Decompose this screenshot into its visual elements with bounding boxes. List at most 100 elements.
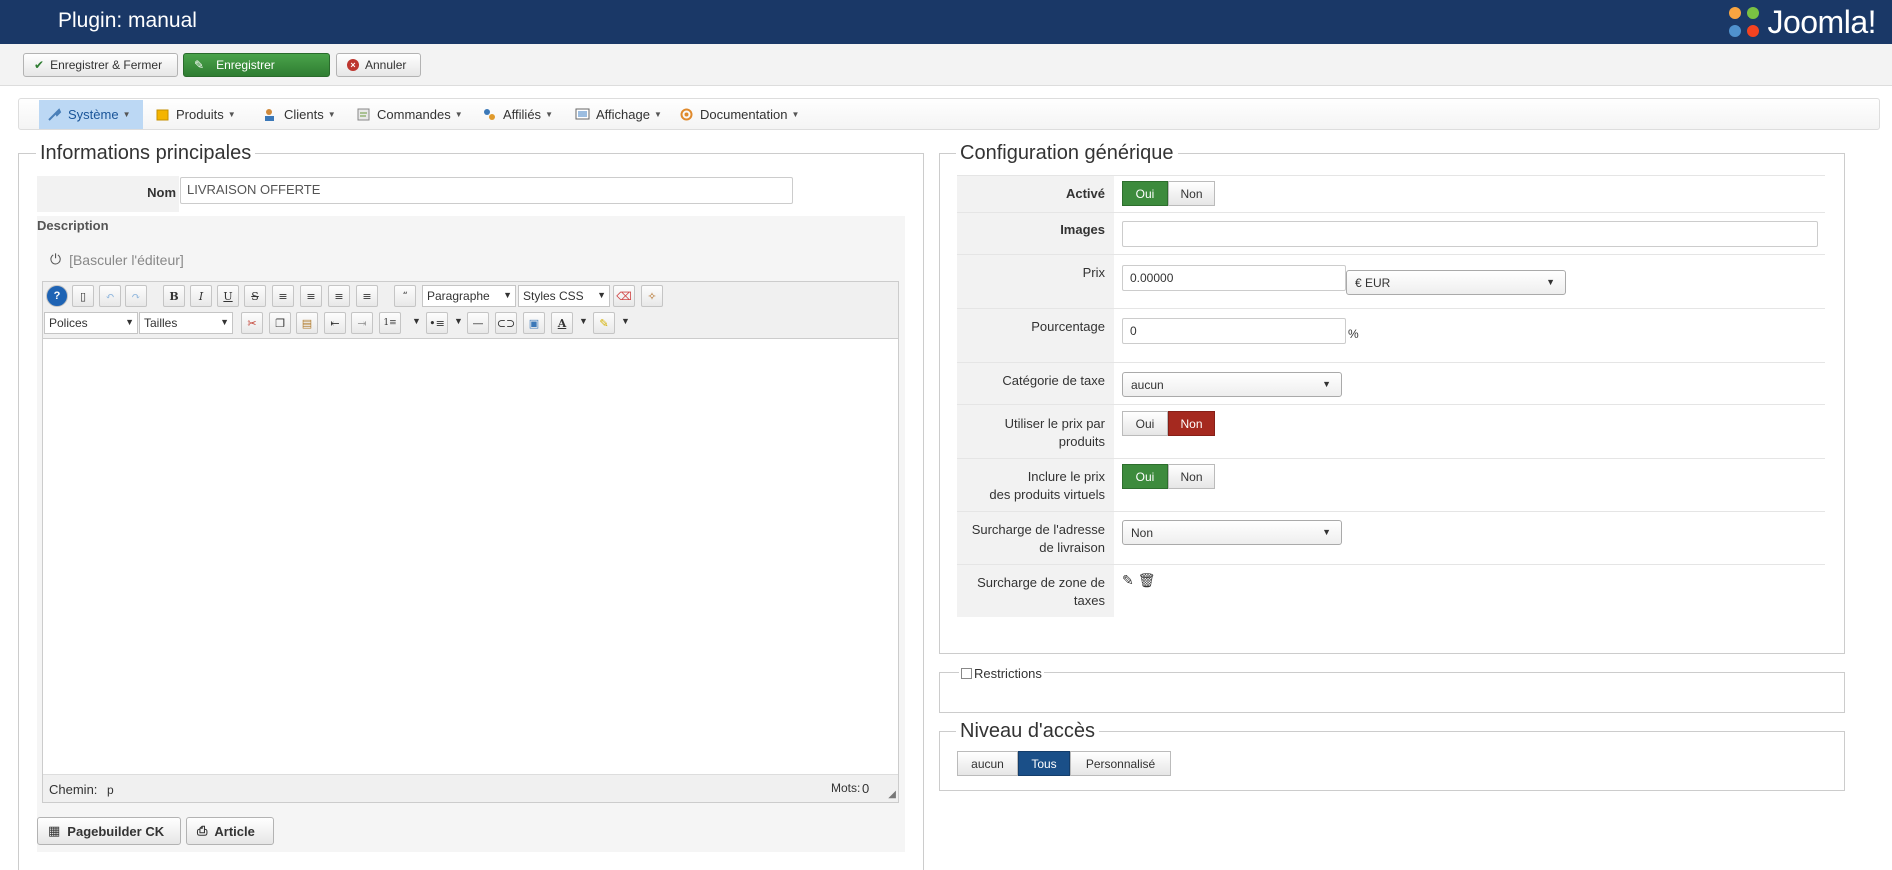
tools-icon xyxy=(48,108,62,121)
override-tax-zone-label-line1: Surcharge de zone de xyxy=(977,575,1105,590)
save-label: Enregistrer xyxy=(216,58,275,72)
rich-text-editor: ? ▯ ↶ ↷ B I U S ≡ ≡ ≡ ≡ “ Paragraphe ▼ St… xyxy=(42,281,899,803)
access-custom-button[interactable]: Personnalisé xyxy=(1070,751,1171,776)
access-all-button[interactable]: Tous xyxy=(1018,751,1070,776)
align-center-icon[interactable]: ≡ xyxy=(300,285,322,307)
text-color-icon[interactable]: A xyxy=(551,312,573,334)
display-icon xyxy=(575,108,590,120)
joomla-logo[interactable]: Joomla! xyxy=(1725,2,1876,42)
price-input[interactable]: 0.00000 xyxy=(1122,265,1346,291)
cancel-button[interactable]: × Annuler xyxy=(336,53,421,77)
editor-content-area[interactable] xyxy=(43,339,898,774)
menu-affichage-label: Affichage xyxy=(596,107,650,122)
bullet-list-dropdown-icon[interactable]: ▼ xyxy=(454,316,463,326)
bold-icon[interactable]: B xyxy=(163,285,185,307)
use-product-price-no-button[interactable]: Non xyxy=(1168,411,1215,436)
align-left-icon[interactable]: ≡ xyxy=(328,285,350,307)
menu-clients[interactable]: Clients ▼ xyxy=(255,100,344,129)
override-address-select[interactable]: Non ▼ xyxy=(1122,520,1342,545)
override-tax-zone-label: Surcharge de zone de taxes xyxy=(957,574,1105,610)
numbered-list-icon[interactable]: 1≡ xyxy=(379,312,401,334)
include-virtual-label: Inclure le prix des produits virtuels xyxy=(957,468,1105,504)
images-input[interactable] xyxy=(1122,221,1818,247)
new-document-icon[interactable]: ▯ xyxy=(72,285,94,307)
path-label: Chemin: xyxy=(49,782,98,797)
bullet-list-icon[interactable]: •≡ xyxy=(426,312,448,334)
menu-commandes[interactable]: Commandes ▼ xyxy=(348,100,471,129)
include-virtual-no-button[interactable]: Non xyxy=(1168,464,1215,489)
cut-icon[interactable]: ✂ xyxy=(241,312,263,334)
save-close-button[interactable]: ✔ Enregistrer & Fermer xyxy=(23,53,178,77)
text-color-dropdown-icon[interactable]: ▼ xyxy=(579,316,588,326)
menu-documentation-label: Documentation xyxy=(700,107,788,122)
active-yes-button[interactable]: Oui xyxy=(1122,181,1168,206)
chevron-down-icon: ▼ xyxy=(545,110,553,119)
restrictions-checkbox[interactable] xyxy=(961,668,972,679)
tax-category-label: Catégorie de taxe xyxy=(1002,373,1105,388)
horizontal-rule-icon[interactable]: — xyxy=(467,312,489,334)
image-icon[interactable]: ▣ xyxy=(523,312,545,334)
align-right-icon[interactable]: ≡ xyxy=(356,285,378,307)
currency-select[interactable]: € EUR ▼ xyxy=(1346,270,1566,295)
highlight-icon[interactable]: ✎ xyxy=(593,312,615,334)
row-divider xyxy=(957,362,1825,363)
underline-icon[interactable]: U xyxy=(217,285,239,307)
strikethrough-icon[interactable]: S xyxy=(244,285,266,307)
row-divider xyxy=(957,564,1825,565)
chevron-down-icon: ▼ xyxy=(791,110,800,119)
use-product-price-toggle: Oui Non xyxy=(1122,411,1215,436)
font-select[interactable]: Polices ▼ xyxy=(44,312,138,334)
undo-icon[interactable]: ↶ xyxy=(99,285,121,307)
row-divider xyxy=(957,175,1825,176)
menu-systeme[interactable]: Système ▼ xyxy=(39,100,143,129)
redo-icon[interactable]: ↷ xyxy=(125,285,147,307)
toggle-editor-link[interactable]: ⏻ [Basculer l'éditeur] xyxy=(50,251,184,268)
numbered-list-dropdown-icon[interactable]: ▼ xyxy=(412,316,421,326)
use-product-price-yes-button[interactable]: Oui xyxy=(1122,411,1168,436)
copy-icon[interactable]: ❐ xyxy=(269,312,291,334)
size-select[interactable]: Tailles ▼ xyxy=(139,312,233,334)
pagebuilder-ck-button[interactable]: ▦ Pagebuilder CK xyxy=(37,817,181,845)
highlight-dropdown-icon[interactable]: ▼ xyxy=(621,316,630,326)
nom-input[interactable]: LIVRAISON OFFERTE xyxy=(180,177,793,204)
save-button[interactable]: ✎ Enregistrer xyxy=(183,53,330,77)
joomla-logo-text: Joomla! xyxy=(1767,3,1876,40)
menu-commandes-label: Commandes xyxy=(377,107,451,122)
active-label: Activé xyxy=(1065,186,1105,201)
link-icon[interactable]: ⊂⊃ xyxy=(495,312,517,334)
restrictions-label: Restrictions xyxy=(974,666,1042,681)
menu-produits-label: Produits xyxy=(176,107,224,122)
pencil-icon[interactable]: ✎ xyxy=(1122,572,1134,589)
menu-affichage[interactable]: Affichage ▼ xyxy=(567,100,670,129)
cleanup-brush-icon[interactable]: ✧ xyxy=(641,285,663,307)
row-divider xyxy=(957,458,1825,459)
paste-icon[interactable]: ▤ xyxy=(296,312,318,334)
resize-handle-icon[interactable]: ◢ xyxy=(888,789,896,800)
menu-documentation[interactable]: Documentation ▼ xyxy=(671,100,807,129)
menu-produits[interactable]: Produits ▼ xyxy=(147,100,244,129)
menu-affilies[interactable]: Affiliés ▼ xyxy=(474,100,561,129)
chevron-down-icon: ▼ xyxy=(122,110,131,119)
percent-input[interactable]: 0 xyxy=(1122,318,1346,344)
include-virtual-yes-button[interactable]: Oui xyxy=(1122,464,1168,489)
active-no-button[interactable]: Non xyxy=(1168,181,1215,206)
format-select-value: Paragraphe xyxy=(427,289,490,303)
nom-label: Nom xyxy=(147,185,176,200)
styles-select[interactable]: Styles CSS ▼ xyxy=(518,285,610,307)
access-level-toggle: aucun Tous Personnalisé xyxy=(957,751,1171,776)
help-icon[interactable]: ? xyxy=(46,285,68,307)
path-value[interactable]: p xyxy=(107,783,114,797)
article-button[interactable]: ⎙ Article xyxy=(186,817,274,845)
trash-icon[interactable]: 🗑 xyxy=(1138,572,1156,589)
outdent-icon[interactable]: ⇤ xyxy=(324,312,346,334)
access-none-button[interactable]: aucun xyxy=(957,751,1018,776)
grid-icon: ▦ xyxy=(48,823,61,838)
justify-icon[interactable]: ≡ xyxy=(272,285,294,307)
indent-icon[interactable]: ⇥ xyxy=(351,312,373,334)
tax-category-select[interactable]: aucun ▼ xyxy=(1122,372,1342,397)
eraser-icon[interactable]: ⌫ xyxy=(613,285,635,307)
blockquote-icon[interactable]: “ xyxy=(394,285,416,307)
format-select[interactable]: Paragraphe ▼ xyxy=(422,285,516,307)
italic-icon[interactable]: I xyxy=(190,285,212,307)
menu-affilies-label: Affiliés xyxy=(503,107,542,122)
